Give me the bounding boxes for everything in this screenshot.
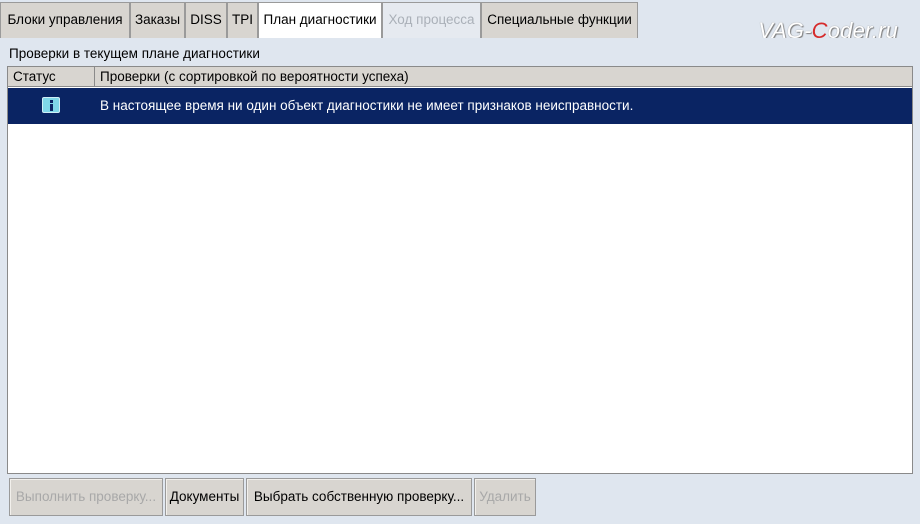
tab-control-units[interactable]: Блоки управления (0, 2, 130, 38)
check-text: В настоящее время ни один объект диагнос… (100, 98, 634, 113)
info-icon (42, 97, 60, 113)
button-bar: Выполнить проверку... Документы Выбрать … (0, 478, 920, 518)
tab-process-progress: Ход процесса (382, 2, 481, 38)
select-own-check-button[interactable]: Выбрать собственную проверку... (246, 478, 472, 516)
tab-orders[interactable]: Заказы (130, 2, 185, 38)
run-check-button[interactable]: Выполнить проверку... (9, 478, 163, 516)
tab-special-functions[interactable]: Специальные функции (481, 2, 638, 38)
column-header-status[interactable]: Статус (8, 67, 95, 86)
tab-diss[interactable]: DISS (185, 2, 227, 38)
delete-button[interactable]: Удалить (474, 478, 536, 516)
documents-button[interactable]: Документы (165, 478, 244, 516)
table-row[interactable]: В настоящее время ни один объект диагнос… (8, 88, 912, 124)
table-header: Статус Проверки (с сортировкой по вероят… (8, 67, 912, 87)
tab-tpi[interactable]: TPI (227, 2, 258, 38)
tab-bar: Блоки управления Заказы DISS TPI План ди… (0, 0, 920, 43)
status-cell (8, 88, 95, 124)
checks-table: Статус Проверки (с сортировкой по вероят… (7, 66, 913, 474)
diagnostic-plan-panel: Проверки в текущем плане диагностики Ста… (0, 38, 920, 524)
column-header-checks[interactable]: Проверки (с сортировкой по вероятности у… (95, 67, 912, 86)
tab-diagnostic-plan[interactable]: План диагностики (258, 2, 382, 38)
panel-title: Проверки в текущем плане диагностики (9, 46, 260, 61)
